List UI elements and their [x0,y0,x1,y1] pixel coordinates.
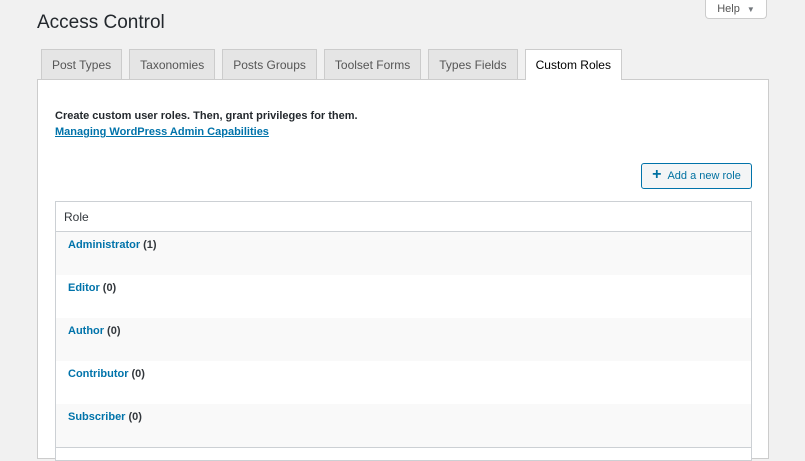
table-row: Subscriber (0) [56,404,751,447]
table-divider [56,447,751,449]
role-link-editor[interactable]: Editor [68,282,100,294]
role-count: (0) [128,411,142,423]
page-title: Access Control [37,12,165,33]
table-row: Author (0) [56,318,751,361]
role-link-author[interactable]: Author [68,325,104,337]
help-label: Help [717,3,740,15]
table-header-role: Role [56,202,751,232]
table-row: Editor (0) [56,275,751,318]
tab-taxonomies[interactable]: Taxonomies [129,49,216,79]
role-count: (0) [107,325,121,337]
help-button[interactable]: Help ▼ [705,0,767,19]
plus-icon: + [652,166,662,183]
table-row: Administrator (1) [56,232,751,275]
tab-bar: Post Types Taxonomies Posts Groups Tools… [41,49,622,80]
tab-posts-groups[interactable]: Posts Groups [222,49,317,79]
role-count: (0) [102,282,117,294]
tab-types-fields[interactable]: Types Fields [428,49,518,79]
roles-table: Role Administrator (1) Editor (0) Author (0… [55,201,752,461]
intro-text: Create custom user roles. Then, grant pr… [55,110,358,122]
tab-custom-roles[interactable]: Custom Roles [524,49,622,80]
table-row: Contributor (0) [56,361,751,404]
role-link-contributor[interactable]: Contributor [68,368,128,380]
caret-down-icon: ▼ [746,4,755,14]
capabilities-help-link[interactable]: Managing WordPress Admin Capabilities [55,126,269,138]
role-count: (1) [143,239,157,251]
add-new-role-button[interactable]: + Add a new role [641,163,752,189]
custom-roles-panel: Create custom user roles. Then, grant pr… [37,79,769,461]
role-link-administrator[interactable]: Administrator [68,239,140,251]
add-new-role-label: Add a new role [667,170,741,182]
role-count: (0) [131,368,145,380]
tab-post-types[interactable]: Post Types [41,49,123,79]
role-link-subscriber[interactable]: Subscriber [68,411,125,423]
tab-toolset-forms[interactable]: Toolset Forms [323,49,422,79]
